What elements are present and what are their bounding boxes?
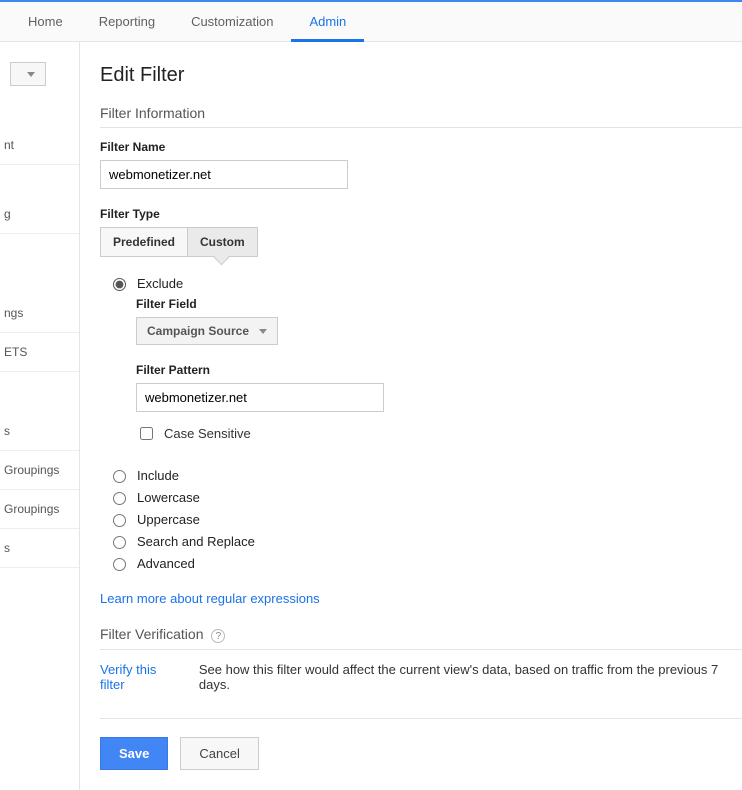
radio-search-replace-input[interactable] [113,536,126,549]
filter-verification-text: Filter Verification [100,626,203,642]
sidebar-item[interactable]: ETS [0,333,79,372]
case-sensitive-label: Case Sensitive [164,426,251,441]
tab-home[interactable]: Home [10,2,81,41]
filter-pattern-input[interactable] [136,383,384,412]
regex-help-link[interactable]: Learn more about regular expressions [100,591,320,606]
sidebar-item[interactable]: s [0,529,79,568]
chevron-down-icon [259,329,267,334]
radio-exclude-input[interactable] [113,278,126,291]
sidebar-item[interactable]: nt [0,126,79,165]
main-tabs: Home Reporting Customization Admin [0,2,742,42]
filter-name-label: Filter Name [100,140,742,154]
radio-exclude[interactable]: Exclude [108,275,742,291]
sidebar-item[interactable]: ngs [0,294,79,333]
page-title: Edit Filter [100,64,742,87]
case-sensitive-checkbox[interactable] [140,427,153,440]
left-sidebar: nt g ngs ETS s Groupings Groupings s [0,42,80,790]
sidebar-item[interactable]: Groupings [0,490,79,529]
case-sensitive-row[interactable]: Case Sensitive [136,424,742,443]
radio-advanced-input[interactable] [113,558,126,571]
radio-include-input[interactable] [113,470,126,483]
radio-advanced[interactable]: Advanced [108,555,742,571]
save-button[interactable]: Save [100,737,168,770]
help-icon[interactable]: ? [211,629,225,643]
filter-field-value: Campaign Source [147,324,249,338]
filter-type-label: Filter Type [100,207,742,221]
radio-uppercase-label: Uppercase [137,512,200,527]
sidebar-dropdown[interactable] [10,62,46,86]
tab-admin[interactable]: Admin [291,2,364,42]
radio-search-replace-label: Search and Replace [137,534,255,549]
radio-include[interactable]: Include [108,467,742,483]
filter-field-dropdown[interactable]: Campaign Source [136,317,278,345]
radio-lowercase-label: Lowercase [137,490,200,505]
tab-reporting[interactable]: Reporting [81,2,173,41]
divider [100,718,742,719]
radio-search-replace[interactable]: Search and Replace [108,533,742,549]
radio-exclude-label: Exclude [137,276,183,291]
verify-filter-desc: See how this filter would affect the cur… [199,662,742,692]
filter-type-toggle: Predefined Custom [100,227,258,257]
radio-lowercase[interactable]: Lowercase [108,489,742,505]
radio-include-label: Include [137,468,179,483]
filter-type-predefined[interactable]: Predefined [101,228,188,256]
cancel-button[interactable]: Cancel [180,737,258,770]
radio-advanced-label: Advanced [137,556,195,571]
sidebar-item[interactable]: g [0,195,79,234]
filter-verification-heading: Filter Verification ? [100,626,742,650]
radio-uppercase-input[interactable] [113,514,126,527]
verify-filter-link[interactable]: Verify this filter [100,662,183,692]
radio-uppercase[interactable]: Uppercase [108,511,742,527]
sidebar-item[interactable]: s [0,412,79,451]
tab-customization[interactable]: Customization [173,2,291,41]
filter-name-input[interactable] [100,160,348,189]
main-content: Edit Filter Filter Information Filter Na… [80,42,742,790]
filter-field-label: Filter Field [136,297,742,311]
filter-pattern-label: Filter Pattern [136,363,742,377]
filter-info-heading: Filter Information [100,105,742,128]
radio-lowercase-input[interactable] [113,492,126,505]
sidebar-item[interactable]: Groupings [0,451,79,490]
filter-type-custom[interactable]: Custom [188,228,257,256]
